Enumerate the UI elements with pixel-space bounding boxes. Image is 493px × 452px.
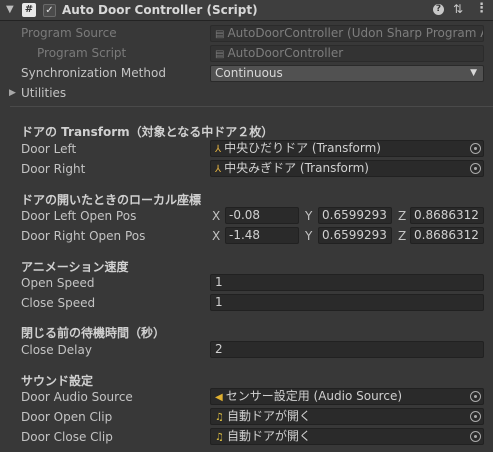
- object-picker-icon[interactable]: [470, 163, 481, 174]
- object-picker-icon[interactable]: [470, 431, 481, 442]
- door-open-clip-field[interactable]: ♫ 自動ドアが開く: [210, 408, 484, 425]
- door-left-field[interactable]: ⅄ 中央ひだりドア (Transform): [210, 140, 484, 157]
- sync-method-value: Continuous: [215, 66, 283, 80]
- axis-x-label: X: [212, 209, 221, 223]
- program-script-value: AutoDoorController: [227, 46, 344, 60]
- door-open-clip-value: 自動ドアが開く: [226, 409, 311, 423]
- section-header-sound: サウンド設定: [21, 374, 94, 388]
- door-right-open-pos-x[interactable]: -1.48: [225, 227, 299, 244]
- axis-z-label: Z: [398, 229, 407, 243]
- open-speed-label: Open Speed: [21, 276, 95, 290]
- door-left-open-pos-y[interactable]: 0.6599293: [318, 207, 392, 224]
- close-speed-label: Close Speed: [21, 296, 96, 310]
- object-picker-icon[interactable]: [470, 411, 481, 422]
- axis-y-label: Y: [305, 209, 313, 223]
- door-audio-source-label: Door Audio Source: [21, 390, 133, 404]
- object-picker-icon[interactable]: [470, 391, 481, 402]
- utilities-foldout[interactable]: Utilities: [21, 86, 66, 100]
- program-script-field: ▤ AutoDoorController: [210, 45, 484, 62]
- sync-method-label: Synchronization Method: [21, 66, 166, 80]
- dropdown-arrow-icon: ▼: [470, 68, 477, 78]
- door-right-field[interactable]: ⅄ 中央みぎドア (Transform): [210, 160, 484, 177]
- axis-x-label: X: [212, 229, 221, 243]
- collapse-arrow-icon[interactable]: ▼: [6, 4, 14, 15]
- program-script-label: Program Script: [37, 46, 127, 60]
- program-source-field: ▤ AutoDoorController (Udon Sharp Program …: [210, 25, 484, 42]
- script-asset-icon: ▤: [215, 29, 225, 40]
- door-right-label: Door Right: [21, 162, 86, 176]
- axis-z-label: Z: [398, 209, 407, 223]
- section-header-wait-time: 閉じる前の待機時間（秒）: [21, 326, 166, 340]
- help-icon[interactable]: ?: [433, 4, 444, 15]
- door-right-value: 中央みぎドア (Transform): [224, 161, 369, 175]
- door-left-value: 中央ひだりドア (Transform): [224, 141, 381, 155]
- context-menu-icon[interactable]: ⋮: [475, 1, 488, 16]
- audio-clip-icon: ♫: [215, 412, 224, 423]
- section-header-local-position: ドアの開いたときのローカル座標: [21, 193, 202, 207]
- transform-icon: ⅄: [215, 164, 222, 175]
- door-left-open-pos-z[interactable]: 0.8686312: [410, 207, 484, 224]
- open-speed-field[interactable]: 1: [210, 274, 484, 291]
- close-delay-label: Close Delay: [21, 343, 92, 357]
- enabled-checkbox[interactable]: ✓: [43, 4, 56, 17]
- door-left-open-pos-x[interactable]: -0.08: [225, 207, 299, 224]
- door-left-label: Door Left: [21, 142, 77, 156]
- script-asset-icon: ▤: [215, 49, 225, 60]
- audio-clip-icon: ♫: [215, 432, 224, 443]
- door-open-clip-label: Door Open Clip: [21, 410, 113, 424]
- door-right-open-pos-label: Door Right Open Pos: [21, 229, 146, 243]
- door-close-clip-field[interactable]: ♫ 自動ドアが開く: [210, 428, 484, 445]
- door-close-clip-value: 自動ドアが開く: [226, 429, 311, 443]
- object-picker-icon[interactable]: [470, 143, 481, 154]
- axis-y-label: Y: [305, 229, 313, 243]
- door-close-clip-label: Door Close Clip: [21, 430, 113, 444]
- transform-icon: ⅄: [215, 144, 222, 155]
- close-speed-field[interactable]: 1: [210, 294, 484, 311]
- door-left-open-pos-label: Door Left Open Pos: [21, 209, 137, 223]
- preset-icon[interactable]: ⇅: [453, 2, 463, 16]
- program-source-value: AutoDoorController (Udon Sharp Program A: [227, 26, 484, 40]
- divider: [10, 106, 493, 107]
- door-audio-source-field[interactable]: ◀ センサー設定用 (Audio Source): [210, 388, 484, 405]
- component-title: Auto Door Controller (Script): [62, 3, 258, 17]
- door-audio-source-value: センサー設定用 (Audio Source): [225, 389, 403, 403]
- utilities-expand-icon[interactable]: ▶: [9, 88, 16, 98]
- section-header-animation-speed: アニメーション速度: [21, 260, 129, 274]
- door-right-open-pos-y[interactable]: 0.6599293: [318, 227, 392, 244]
- script-icon: #: [22, 3, 36, 17]
- program-source-label: Program Source: [21, 26, 117, 40]
- door-right-open-pos-z[interactable]: 0.8686312: [410, 227, 484, 244]
- section-header-transform: ドアの Transform（対象となる中ドア２枚）: [21, 125, 274, 139]
- sync-method-dropdown[interactable]: Continuous ▼: [210, 65, 484, 82]
- close-delay-field[interactable]: 2: [210, 341, 484, 358]
- audio-source-icon: ◀: [215, 392, 223, 403]
